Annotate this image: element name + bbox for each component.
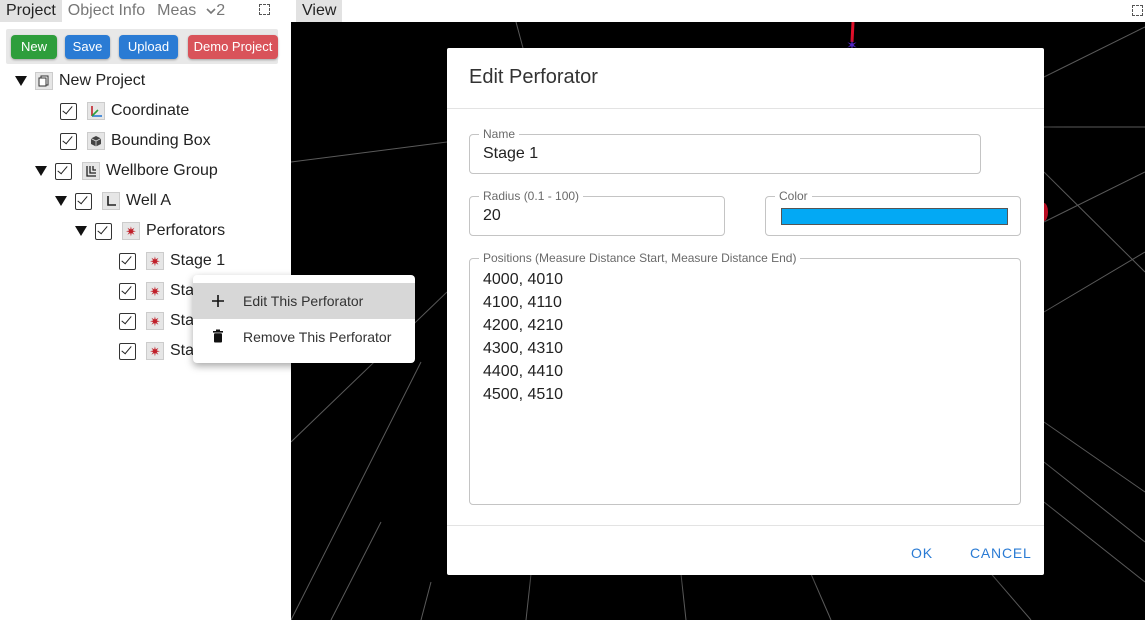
well-icon [102, 192, 120, 210]
tab-view[interactable]: View [296, 0, 343, 22]
tree-node-well-a[interactable]: Well A [55, 190, 171, 212]
tab-meas[interactable]: Meas [151, 0, 202, 22]
color-field[interactable]: Color [765, 189, 1021, 236]
name-label: Name [479, 127, 520, 141]
tree-label: Sta [170, 282, 195, 299]
demo-project-button[interactable]: Demo Project [188, 35, 278, 59]
menu-item-label: Remove This Perforator [243, 329, 392, 345]
menu-item-label: Edit This Perforator [243, 293, 364, 309]
tab-object-info[interactable]: Object Info [62, 0, 151, 22]
save-button[interactable]: Save [65, 35, 110, 59]
overflow-count: 2 [216, 2, 226, 19]
position-line: 4100, 4110 [483, 294, 562, 311]
position-line: 4200, 4210 [483, 317, 564, 334]
tree-node-stage[interactable]: Stage 1 [119, 250, 225, 272]
divider [447, 108, 1044, 109]
view-header: View [291, 0, 1145, 22]
tree-node-stage[interactable]: Sta [119, 280, 194, 302]
expand-toggle-icon[interactable] [75, 226, 87, 236]
expand-toggle-icon[interactable] [15, 76, 27, 86]
visibility-checkbox[interactable] [75, 192, 92, 210]
visibility-checkbox[interactable] [119, 312, 136, 330]
tree-node-wellbore-group[interactable]: Wellbore Group [35, 160, 218, 182]
visibility-checkbox[interactable] [119, 342, 136, 360]
expand-toggle-icon[interactable] [55, 196, 67, 206]
tree-label: Perforators [146, 222, 226, 239]
cube-icon [87, 132, 105, 150]
name-input-value: Stage 1 [483, 145, 539, 162]
project-toolbar: New Save Upload Demo Project [6, 29, 278, 64]
tree-label: Stage 1 [170, 252, 226, 269]
perforator-icon [146, 312, 164, 330]
positions-textarea[interactable]: 4000, 4010 4100, 4110 4200, 4210 4300, 4… [483, 268, 563, 406]
tree-label: New Project [59, 72, 146, 89]
tree-label: Sta [170, 312, 195, 329]
perforator-icon [146, 282, 164, 300]
tree-label: Coordinate [111, 102, 190, 119]
visibility-checkbox[interactable] [60, 102, 77, 120]
trash-icon [193, 327, 243, 348]
radius-label: Radius (0.1 - 100) [479, 189, 584, 203]
edit-perforator-menu-item[interactable]: Edit This Perforator [193, 283, 415, 319]
new-button[interactable]: New [11, 35, 57, 59]
position-line: 4500, 4510 [483, 386, 564, 403]
tree-node-perforators[interactable]: Perforators [75, 220, 225, 242]
perforator-icon [122, 222, 140, 240]
maximize-icon[interactable] [259, 4, 270, 15]
wellbore-group-icon [82, 162, 100, 180]
expand-toggle-icon[interactable] [35, 166, 47, 176]
edit-perforator-dialog: Edit Perforator Name Stage 1 Radius (0.1… [447, 48, 1044, 575]
maximize-icon[interactable] [1132, 5, 1143, 16]
ok-button[interactable]: OK [911, 545, 933, 561]
positions-label: Positions (Measure Distance Start, Measu… [479, 251, 801, 265]
tree-label: Wellbore Group [106, 162, 218, 179]
tree-node-project[interactable]: New Project [15, 70, 145, 92]
perforator-icon [146, 342, 164, 360]
panel-tabbar: Project Object Info Meas 2 [0, 0, 280, 22]
color-swatch[interactable] [781, 208, 1008, 225]
remove-perforator-menu-item[interactable]: Remove This Perforator [193, 319, 415, 355]
perforator-icon [146, 252, 164, 270]
visibility-checkbox[interactable] [95, 222, 112, 240]
tree-node-stage[interactable]: Sta [119, 340, 194, 362]
upload-button[interactable]: Upload [119, 35, 178, 59]
tab-overflow-menu[interactable]: 2 [206, 2, 225, 20]
dialog-title: Edit Perforator [469, 66, 598, 88]
position-line: 4400, 4410 [483, 363, 564, 380]
tree-label: Sta [170, 342, 195, 359]
cancel-button[interactable]: CANCEL [970, 545, 1032, 561]
positions-field[interactable]: Positions (Measure Distance Start, Measu… [469, 251, 1021, 505]
tree-label: Bounding Box [111, 132, 211, 149]
radius-input-value: 20 [483, 207, 501, 224]
name-field[interactable]: Name Stage 1 [469, 127, 981, 174]
plus-icon [193, 291, 243, 312]
tree-label: Well A [126, 192, 172, 209]
visibility-checkbox[interactable] [119, 252, 136, 270]
visibility-checkbox[interactable] [119, 282, 136, 300]
position-line: 4000, 4010 [483, 271, 564, 288]
tree-node-stage[interactable]: Sta [119, 310, 194, 332]
visibility-checkbox[interactable] [60, 132, 77, 150]
radius-field[interactable]: Radius (0.1 - 100) 20 [469, 189, 725, 236]
tree-node-coordinate[interactable]: Coordinate [60, 100, 189, 122]
tab-project[interactable]: Project [0, 0, 62, 22]
tree-node-bounding-box[interactable]: Bounding Box [60, 130, 211, 152]
chevron-down-icon [206, 8, 216, 15]
visibility-checkbox[interactable] [55, 162, 72, 180]
divider [447, 525, 1044, 526]
project-icon [35, 72, 53, 90]
context-menu: Edit This Perforator Remove This Perfora… [193, 275, 415, 363]
position-line: 4300, 4310 [483, 340, 564, 357]
coordinate-axes-icon [87, 102, 105, 120]
color-label: Color [775, 189, 812, 203]
